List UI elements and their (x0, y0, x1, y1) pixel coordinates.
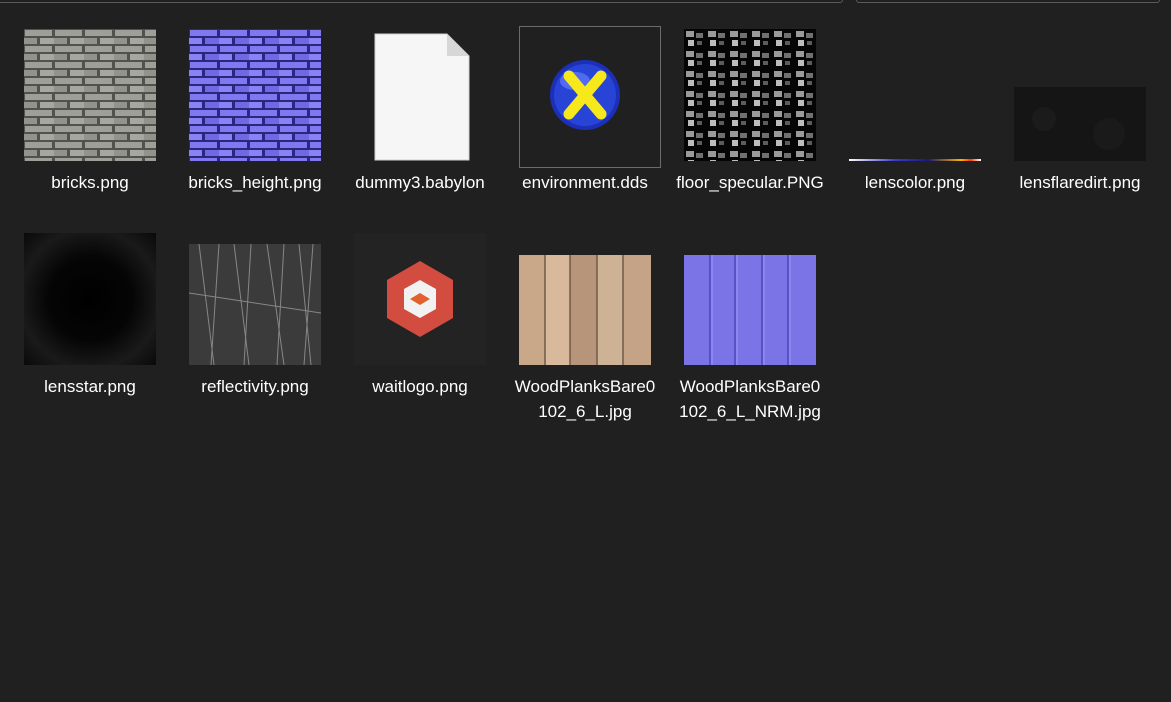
lens-star-texture-icon (24, 233, 156, 365)
address-bar[interactable] (0, 0, 843, 3)
lens-color-strip-icon (849, 159, 981, 161)
wood-planks-normal-map-icon (684, 255, 816, 365)
file-name: floor_specular.PNG (676, 173, 824, 192)
file-name: lensstar.png (44, 377, 136, 396)
babylon-logo-icon (354, 233, 486, 365)
bricks-normal-map-icon (189, 29, 321, 161)
wood-planks-texture-icon (519, 255, 651, 365)
search-box[interactable] (856, 0, 1160, 3)
file-name: WoodPlanksBare0102_6_L_NRM.jpg (679, 377, 821, 421)
directx-icon (550, 60, 620, 130)
file-name: waitlogo.png (372, 377, 468, 396)
file-name: bricks_height.png (188, 173, 322, 192)
file-name: WoodPlanksBare0102_6_L.jpg (514, 377, 656, 421)
stone-specular-texture-icon (684, 29, 816, 161)
file-name: reflectivity.png (201, 377, 309, 396)
file-name: lensflaredirt.png (1019, 173, 1141, 192)
scratched-metal-texture-icon (189, 243, 321, 365)
file-name: environment.dds (522, 173, 648, 192)
file-name: bricks.png (51, 173, 129, 192)
file-name: lenscolor.png (864, 173, 966, 192)
file-name: dummy3.babylon (355, 173, 485, 192)
bricks-texture-icon (24, 29, 156, 161)
dark-dirt-texture-icon (1014, 87, 1146, 161)
blank-file-icon (374, 33, 470, 161)
